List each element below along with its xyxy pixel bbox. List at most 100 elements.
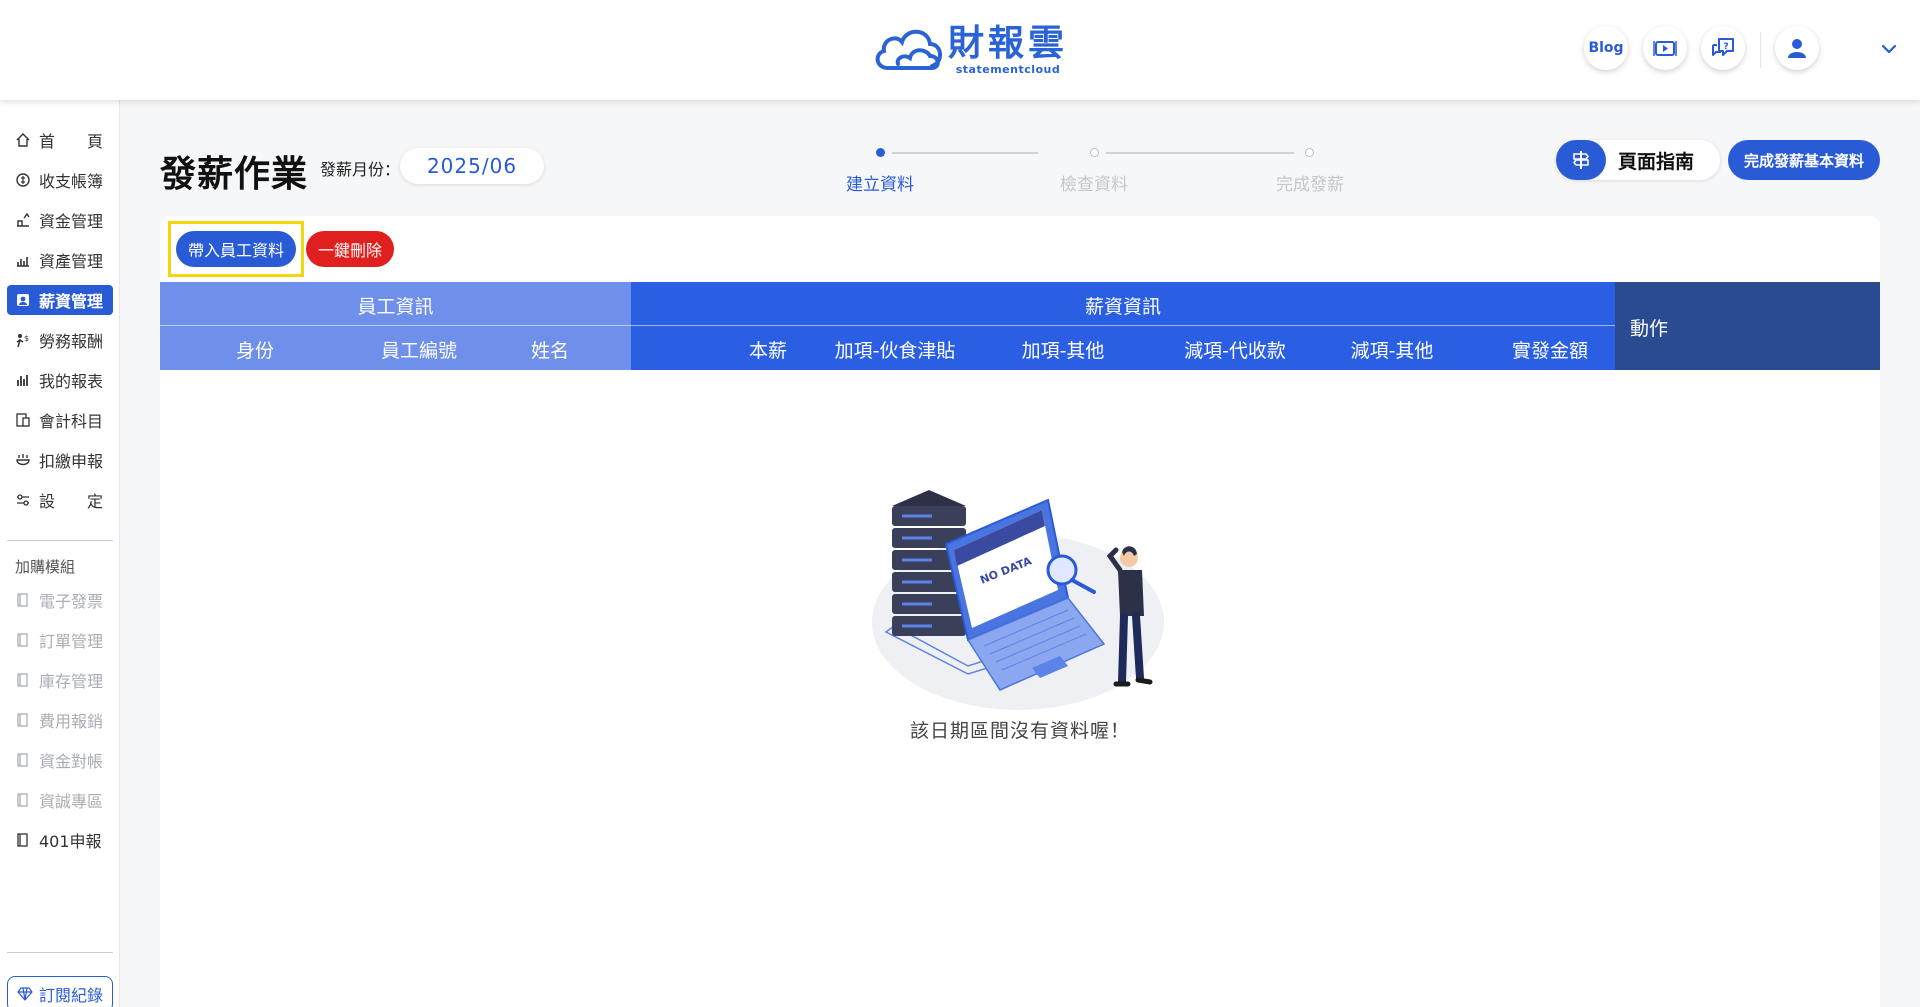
sidebar-item-einvoice[interactable]: 電子發票 xyxy=(7,585,113,615)
blog-label: Blog xyxy=(1588,40,1624,56)
fund-icon xyxy=(17,212,30,227)
account-icon xyxy=(16,413,30,427)
subscription-record-button[interactable]: 訂閱紀錄 xyxy=(7,976,113,1007)
delete-all-button[interactable]: 一鍵刪除 xyxy=(306,231,394,267)
sidebar-item-label: 會計科目 xyxy=(39,412,104,431)
logo-english-text: statementcloud xyxy=(955,63,1061,76)
employee-info-group-label: 員工資訊 xyxy=(357,296,434,318)
payroll-month-label: 發薪月份： xyxy=(320,160,401,179)
table-header: 員工資訊 薪資資訊 動作 身份 員工編號 姓名 本薪 加項-伙食津貼 加項-其他… xyxy=(160,282,1880,370)
column-identity[interactable]: 身份 xyxy=(200,336,310,363)
top-header: 財報雲 statementcloud Blog ? xyxy=(0,0,1920,100)
header-row-divider xyxy=(160,325,1615,326)
sidebar-item-label: 資產管理 xyxy=(39,252,104,271)
sidebar-item-label: 首 頁 xyxy=(39,132,104,151)
signpost-icon xyxy=(1573,151,1589,169)
diamond-icon xyxy=(17,987,33,1001)
blog-button[interactable]: Blog xyxy=(1584,26,1628,70)
sidebar-item-label: 薪資管理 xyxy=(39,292,104,311)
column-base-salary[interactable]: 本薪 xyxy=(718,336,818,363)
module-book-icon xyxy=(17,593,28,607)
page-title: 發薪作業 xyxy=(160,154,309,195)
module-book-icon xyxy=(17,713,28,727)
page-guide-label: 頁面指南 xyxy=(1618,150,1695,173)
module-book-icon xyxy=(17,833,28,847)
sidebar-item-labor[interactable]: $ 勞務報酬 xyxy=(7,325,113,355)
progress-stepper: 建立資料 檢查資料 完成發薪 xyxy=(820,140,1344,200)
sidebar-item-home[interactable]: 首 頁 xyxy=(7,125,113,155)
column-employee-id[interactable]: 員工編號 xyxy=(354,336,484,363)
column-addition-other[interactable]: 加項-其他 xyxy=(998,336,1128,363)
sidebar-item-label: 庫存管理 xyxy=(39,672,104,691)
payroll-icon xyxy=(17,294,29,306)
sidebar-item-inventory[interactable]: 庫存管理 xyxy=(7,665,113,695)
step-label-create: 建立資料 xyxy=(846,175,914,195)
ledger-icon xyxy=(16,173,30,187)
step-dot xyxy=(1090,148,1099,157)
import-employee-data-button[interactable]: 帶入員工資料 xyxy=(176,231,296,267)
sidebar-item-label: 資金對帳 xyxy=(39,752,104,771)
no-data-illustration: NO DATA xyxy=(872,490,1164,710)
column-net-pay[interactable]: 實發金額 xyxy=(1490,336,1610,363)
withholding-icon xyxy=(16,454,30,466)
sidebar-item-payroll[interactable]: 薪資管理 xyxy=(7,285,113,315)
sidebar-item-label: 資金管理 xyxy=(39,212,104,231)
complete-payroll-basic-label: 完成發薪基本資料 xyxy=(1743,151,1864,170)
home-icon xyxy=(16,133,30,147)
sidebar-item-label: 我的報表 xyxy=(39,372,104,391)
module-book-icon xyxy=(17,753,28,767)
page-guide-button[interactable]: 頁面指南 xyxy=(1556,140,1720,180)
cloud-logo-icon xyxy=(875,29,942,70)
sidebar-item-account[interactable]: 會計科目 xyxy=(7,405,113,435)
chevron-down-icon[interactable] xyxy=(1880,40,1898,58)
sidebar-item-withholding[interactable]: 扣繳申報 xyxy=(7,445,113,475)
subscription-label: 訂閱紀錄 xyxy=(38,986,103,1005)
sidebar-item-asset[interactable]: 資產管理 xyxy=(7,245,113,275)
svg-text:?: ? xyxy=(1723,42,1728,52)
import-employee-label: 帶入員工資料 xyxy=(187,241,284,260)
user-avatar-icon xyxy=(1788,39,1806,58)
sidebar-item-fund[interactable]: 資金管理 xyxy=(7,205,113,235)
column-meal-allowance[interactable]: 加項-伙食津貼 xyxy=(820,336,970,363)
sidebar-item-orders[interactable]: 訂單管理 xyxy=(7,625,113,655)
help-chat-button[interactable]: ? xyxy=(1701,26,1745,70)
header-divider xyxy=(1760,32,1761,68)
sidebar: 首 頁 收支帳簿 資金管理 資產管理 薪資管理 $ 勞務報酬 我的報表 會計科目… xyxy=(0,100,120,1007)
step-label-complete: 完成發薪 xyxy=(1276,175,1344,195)
sidebar-item-reconcile[interactable]: 資金對帳 xyxy=(7,745,113,775)
sidebar-item-401[interactable]: 401申報 xyxy=(7,825,113,855)
sidebar-item-ledger[interactable]: 收支帳簿 xyxy=(7,165,113,195)
statementcloud-logo[interactable]: 財報雲 statementcloud xyxy=(870,22,1068,78)
sidebar-item-label: 電子發票 xyxy=(39,592,104,611)
sidebar-item-label: 訂單管理 xyxy=(39,632,104,651)
svg-text:$: $ xyxy=(24,334,29,343)
column-name[interactable]: 姓名 xyxy=(500,336,600,363)
sidebar-item-label: 設 定 xyxy=(39,492,104,511)
sidebar-item-label: 收支帳簿 xyxy=(39,172,104,191)
payroll-month-value: 2025/06 xyxy=(426,154,518,178)
sidebar-item-label: 扣繳申報 xyxy=(39,452,104,471)
sidebar-item-report[interactable]: 我的報表 xyxy=(7,365,113,395)
sidebar-divider xyxy=(7,952,113,953)
sidebar-item-label: 401申報 xyxy=(39,832,102,851)
empty-state-message: 該日期區間沒有資料喔！ xyxy=(909,720,1130,742)
complete-payroll-basic-button[interactable]: 完成發薪基本資料 xyxy=(1728,140,1880,180)
step-label-check: 檢查資料 xyxy=(1060,175,1128,195)
sidebar-item-settings[interactable]: 設 定 xyxy=(7,485,113,515)
step-connector xyxy=(1106,152,1294,154)
delete-all-label: 一鍵刪除 xyxy=(317,241,382,260)
video-tutorial-button[interactable] xyxy=(1643,26,1687,70)
step-connector xyxy=(892,152,1038,154)
report-icon xyxy=(17,375,28,386)
sidebar-item-expense[interactable]: 費用報銷 xyxy=(7,705,113,735)
addon-heading: 加購模組 xyxy=(15,558,76,576)
user-avatar-button[interactable] xyxy=(1775,26,1819,70)
asset-icon xyxy=(17,257,29,267)
column-deduction-collection[interactable]: 減項-代收款 xyxy=(1160,336,1310,363)
column-deduction-other[interactable]: 減項-其他 xyxy=(1327,336,1457,363)
settings-sliders-icon xyxy=(17,494,29,506)
step-dot xyxy=(1305,148,1314,157)
video-tutorial-icon xyxy=(1653,41,1677,56)
payroll-month-picker[interactable]: 2025/06 xyxy=(400,148,544,184)
sidebar-item-pwc[interactable]: 資誠專區 xyxy=(7,785,113,815)
